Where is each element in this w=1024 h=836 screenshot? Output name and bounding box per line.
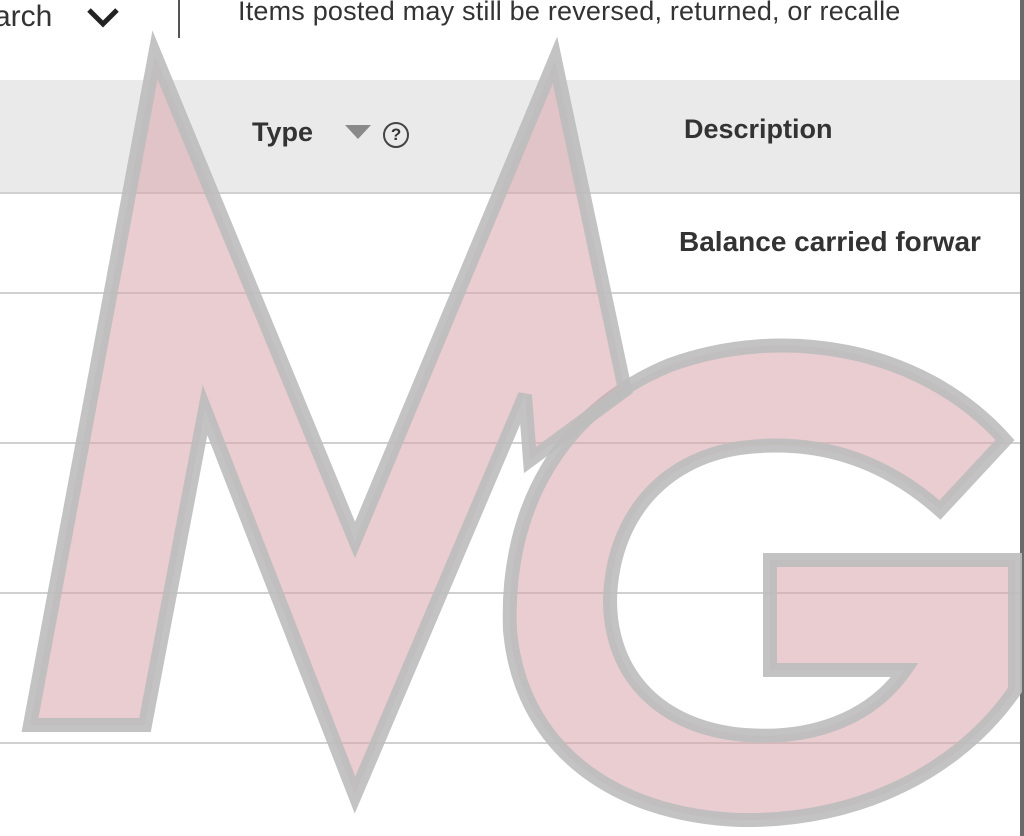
- search-toggle[interactable]: arch: [0, 0, 120, 40]
- search-label: arch: [0, 0, 53, 33]
- chevron-down-icon[interactable]: [86, 6, 120, 28]
- table-row[interactable]: Balance carried forwar: [0, 194, 1020, 294]
- scrollbar-edge[interactable]: [1020, 0, 1024, 836]
- table-header: Type ? Description: [0, 80, 1020, 194]
- table-row[interactable]: [0, 744, 1020, 834]
- toolbar: arch Items posted may still be reversed,…: [0, 0, 1020, 80]
- table-row[interactable]: [0, 294, 1020, 444]
- table-row[interactable]: [0, 594, 1020, 744]
- column-header-type-label: Type: [252, 116, 314, 147]
- row-description: Balance carried forwar: [679, 226, 981, 257]
- column-header-description[interactable]: Description: [684, 114, 833, 145]
- toolbar-divider: [178, 0, 180, 38]
- column-header-type[interactable]: Type ?: [252, 116, 410, 148]
- help-icon[interactable]: ?: [383, 122, 410, 148]
- table-row[interactable]: [0, 444, 1020, 594]
- sort-desc-icon[interactable]: [345, 125, 372, 139]
- pending-items-notice: Items posted may still be reversed, retu…: [238, 0, 901, 26]
